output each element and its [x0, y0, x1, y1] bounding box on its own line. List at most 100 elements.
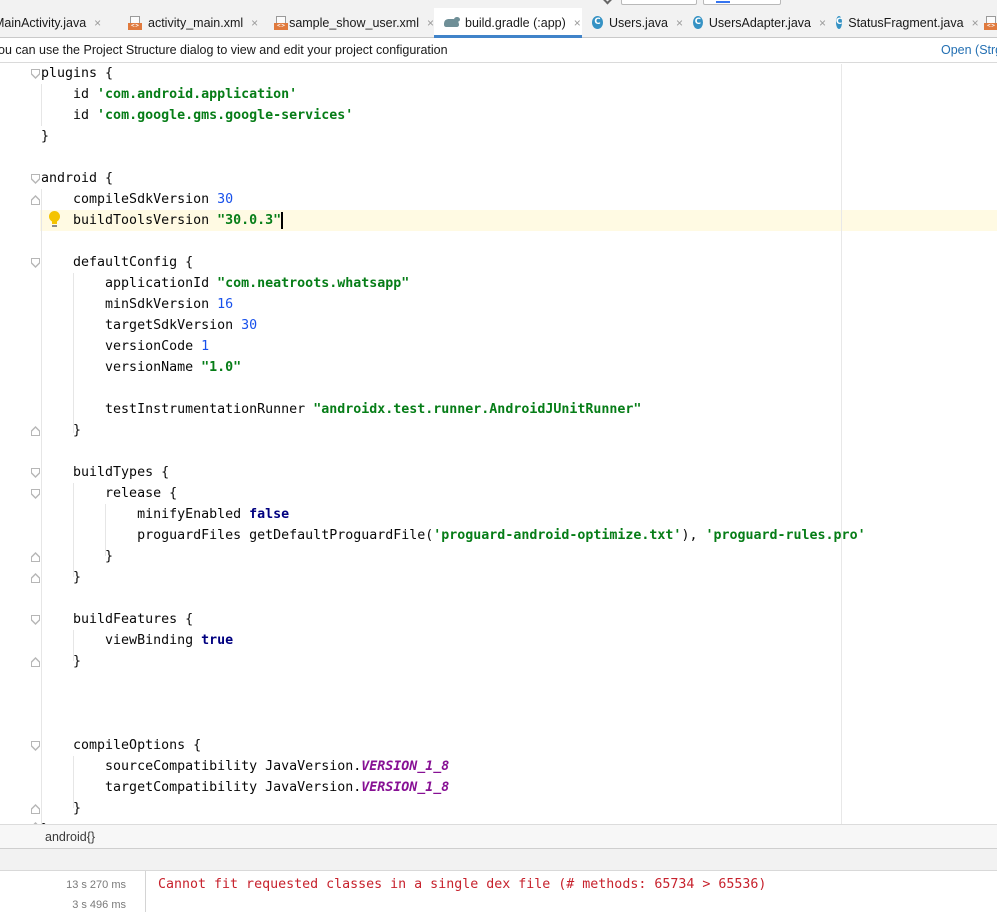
editor-gutter[interactable] [0, 64, 40, 824]
fold-end-icon[interactable] [31, 657, 40, 667]
code-line[interactable]: buildTypes { [41, 462, 169, 483]
code-line[interactable]: defaultConfig { [41, 252, 193, 273]
fold-collapse-icon[interactable] [31, 468, 40, 478]
code-line[interactable]: id 'com.android.application' [41, 84, 297, 105]
code-token: android { [41, 171, 114, 186]
code-line[interactable]: minifyEnabled false [41, 504, 289, 525]
code-line[interactable]: versionName "1.0" [41, 357, 241, 378]
build-timing: 3 s 496 ms [72, 899, 126, 911]
code-line[interactable]: } [41, 651, 81, 672]
close-icon[interactable]: × [251, 16, 258, 30]
code-line[interactable]: testInstrumentationRunner "androidx.test… [41, 399, 641, 420]
tab-sample-show-user-xml[interactable]: <> sample_show_user.xml × [264, 8, 434, 37]
open-project-structure-link[interactable]: Open (Strg [941, 43, 997, 57]
code-line[interactable]: buildFeatures { [41, 609, 193, 630]
code-line[interactable]: versionCode 1 [41, 336, 209, 357]
code-token: 'com.android.application' [97, 87, 298, 102]
code-token: "androidx.test.runner.AndroidJUnitRunner… [313, 402, 642, 417]
fold-collapse-icon[interactable] [31, 489, 40, 499]
code-token: buildToolsVersion [41, 213, 218, 228]
fold-end-icon[interactable] [31, 552, 40, 562]
code-token: testInstrumentationRunner [41, 402, 314, 417]
indent-guide [41, 84, 42, 126]
indent-guide [41, 189, 42, 824]
fold-collapse-icon[interactable] [31, 174, 40, 184]
close-icon[interactable]: × [94, 16, 101, 30]
tab-users-adapter-java[interactable]: C UsersAdapter.java × [683, 8, 826, 37]
code-token: compileOptions { [41, 738, 202, 753]
close-icon[interactable]: × [574, 16, 581, 30]
code-line[interactable]: compileSdkVersion 30 [41, 189, 233, 210]
code-line[interactable]: release { [41, 483, 177, 504]
code-line[interactable]: buildToolsVersion "30.0.3" [41, 210, 281, 231]
fold-end-icon[interactable] [31, 195, 40, 205]
breadcrumb-item[interactable]: android{} [45, 830, 95, 844]
code-line[interactable]: sourceCompatibility JavaVersion.VERSION_… [41, 756, 449, 777]
code-token: true [201, 633, 234, 648]
build-timing: 13 s 270 ms [66, 879, 126, 891]
java-class-icon: C [693, 16, 703, 29]
code-line[interactable]: plugins { [41, 64, 113, 84]
tab-label: UsersAdapter.java [708, 15, 811, 30]
tab-users-java[interactable]: C Users.java × [582, 8, 683, 37]
build-panel-toolbar [0, 849, 997, 871]
code-line[interactable]: } [41, 126, 49, 147]
close-icon[interactable]: × [676, 16, 683, 30]
chevron-down-icon[interactable] [602, 0, 613, 5]
code-line[interactable]: } [41, 567, 81, 588]
code-line[interactable]: viewBinding true [41, 630, 233, 651]
tab-label: StatusFragment.java [848, 15, 964, 30]
close-icon[interactable]: × [819, 16, 826, 30]
code-token: plugins { [41, 66, 114, 81]
code-token: buildTypes { [41, 465, 170, 480]
right-margin-guide [841, 64, 842, 824]
code-token: "1.0" [201, 360, 242, 375]
tab-label: MainActivity.java [0, 15, 87, 30]
code-line[interactable]: id 'com.google.gms.google-services' [41, 105, 353, 126]
code-line[interactable]: targetCompatibility JavaVersion.VERSION_… [41, 777, 449, 798]
code-token: 1 [201, 339, 210, 354]
code-line[interactable]: proguardFiles getDefaultProguardFile('pr… [41, 525, 866, 546]
code-line[interactable]: applicationId "com.neatroots.whatsapp" [41, 273, 409, 294]
code-line[interactable]: compileOptions { [41, 735, 201, 756]
code-editor[interactable]: plugins { id 'com.android.application' i… [0, 64, 997, 824]
fold-collapse-icon[interactable] [31, 258, 40, 268]
close-icon[interactable]: × [427, 16, 434, 30]
build-tree[interactable]: 13 s 270 ms 3 s 496 ms [0, 871, 146, 912]
tab-main-activity[interactable]: MainActivity.java × [0, 8, 118, 37]
code-line[interactable]: } [41, 798, 81, 819]
code-token: 'com.google.gms.google-services' [97, 108, 354, 123]
tab-overflow[interactable]: <> [984, 8, 997, 37]
fold-end-icon[interactable] [31, 573, 40, 583]
code-line[interactable]: } [41, 546, 113, 567]
code-token: release { [41, 486, 178, 501]
gradle-icon [444, 17, 460, 28]
editor-tab-bar: MainActivity.java × <> activity_main.xml × <>… [0, 8, 997, 38]
fold-collapse-icon[interactable] [31, 69, 40, 79]
code-line[interactable]: minSdkVersion 16 [41, 294, 233, 315]
tab-status-fragment-java[interactable]: C StatusFragment.java × [826, 8, 979, 37]
fold-collapse-icon[interactable] [31, 615, 40, 625]
fold-collapse-icon[interactable] [31, 741, 40, 751]
build-output-panel: 13 s 270 ms 3 s 496 ms Cannot fit reques… [0, 849, 997, 912]
code-token: ), [681, 528, 706, 543]
indent-guide [73, 630, 74, 661]
tab-build-gradle-app[interactable]: build.gradle (:app) × [434, 8, 582, 38]
notification-banner: ou can use the Project Structure dialog … [0, 39, 997, 63]
fold-end-icon[interactable] [31, 426, 40, 436]
indent-guide [73, 273, 74, 433]
tab-label: build.gradle (:app) [465, 15, 566, 30]
tab-label: sample_show_user.xml [289, 15, 419, 30]
tab-activity-main-xml[interactable]: <> activity_main.xml × [118, 8, 264, 37]
close-icon[interactable]: × [972, 16, 979, 30]
fold-end-icon[interactable] [31, 804, 40, 814]
code-token: minSdkVersion [41, 297, 218, 312]
code-line[interactable]: android { [41, 168, 113, 189]
code-line[interactable]: } [41, 420, 81, 441]
run-configuration-selector[interactable] [621, 0, 697, 5]
device-selector[interactable] [703, 0, 781, 5]
indent-guide [73, 483, 74, 577]
xml-file-icon: <> [274, 15, 288, 30]
code-token: id [41, 108, 98, 123]
code-token: targetSdkVersion [41, 318, 242, 333]
